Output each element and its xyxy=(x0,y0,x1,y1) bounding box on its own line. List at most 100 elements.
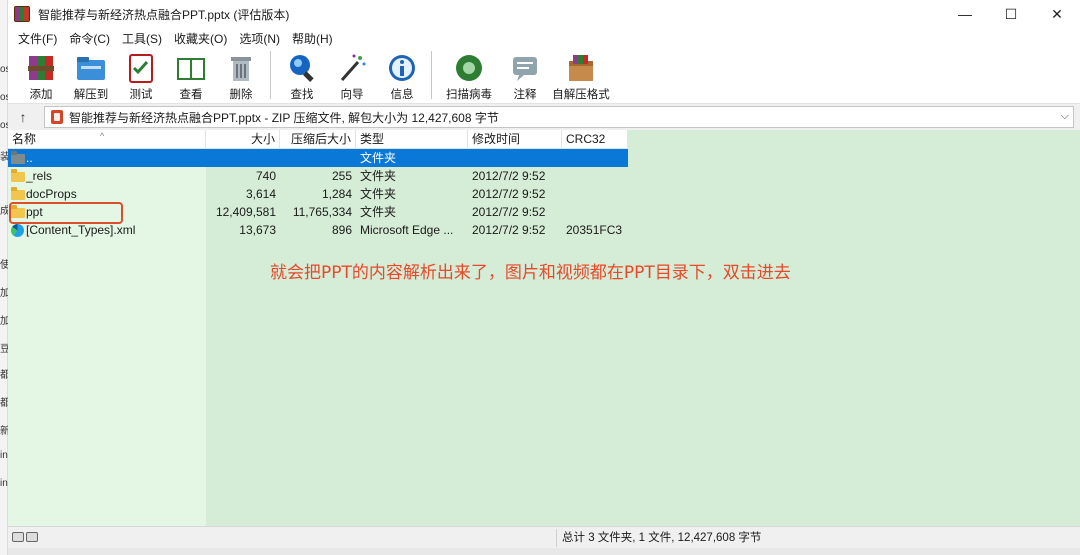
file-packed-size: 1,284 xyxy=(321,187,352,201)
menu-help[interactable]: 帮助(H) xyxy=(286,30,339,47)
file-packed-size: 255 xyxy=(331,169,352,183)
wizard-button[interactable]: 向导 xyxy=(327,48,377,102)
bg-text: 成 xyxy=(0,206,8,217)
key-icon[interactable] xyxy=(26,532,38,542)
comment-button[interactable]: 注释 xyxy=(500,48,550,102)
file-modified: 2012/7/2 9:52 xyxy=(472,205,546,219)
file-size xyxy=(206,149,276,167)
file-row-rels[interactable]: _rels 740 255 文件夹 2012/7/2 9:52 xyxy=(8,167,628,185)
file-row-docprops[interactable]: docProps 3,614 1,284 文件夹 2012/7/2 9:52 xyxy=(8,185,628,203)
file-type: 文件夹 xyxy=(360,151,397,165)
bg-text: os xyxy=(0,120,8,131)
bg-text: in xyxy=(0,478,8,489)
column-header-name[interactable]: 名称 ^ xyxy=(8,130,206,149)
bg-text: 加 xyxy=(0,316,8,327)
find-icon xyxy=(285,51,319,84)
view-icon xyxy=(174,51,208,84)
bg-text: 装 xyxy=(0,152,8,163)
column-header-size[interactable]: 大小 xyxy=(206,130,280,149)
file-packed-size: 896 xyxy=(331,223,352,237)
bg-text: 使 xyxy=(0,260,8,271)
file-type: 文件夹 xyxy=(360,169,397,183)
file-crc xyxy=(566,203,626,221)
menu-favorites[interactable]: 收藏夹(O) xyxy=(168,30,233,47)
virus-scan-icon xyxy=(452,51,486,84)
address-field[interactable]: 智能推荐与新经济热点融合PPT.pptx - ZIP 压缩文件, 解包大小为 1… xyxy=(44,106,1074,128)
status-divider xyxy=(556,529,557,547)
sfx-icon xyxy=(564,51,598,84)
wizard-label: 向导 xyxy=(340,89,364,101)
virus-scan-label: 扫描病毒 xyxy=(446,89,492,101)
menu-options[interactable]: 选项(N) xyxy=(233,30,286,47)
tutorial-annotation: 就会把PPT的内容解析出来了，图片和视频都在PPT目录下，双击进去 xyxy=(270,263,791,283)
up-one-level-button[interactable]: ↑ xyxy=(8,105,38,129)
background-app-strip: os os os 装 成 使 加 加 豆 都 都 新 in in xyxy=(0,0,8,555)
column-header-modified[interactable]: 修改时间 xyxy=(468,130,562,149)
bg-text: 都 xyxy=(0,370,8,381)
column-header-crc[interactable]: CRC32 xyxy=(562,130,628,149)
column-headers: 名称 ^ 大小 压缩后大小 类型 修改时间 CRC32 xyxy=(8,130,628,149)
file-packed-size xyxy=(280,149,352,167)
file-crc xyxy=(566,185,626,203)
find-button[interactable]: 查找 xyxy=(277,48,327,102)
drive-icon[interactable] xyxy=(12,532,24,542)
window-controls: — ☐ ✕ xyxy=(942,0,1080,28)
menu-tools[interactable]: 工具(S) xyxy=(116,30,168,47)
window-bottom-edge xyxy=(8,548,1080,555)
info-label: 信息 xyxy=(390,89,414,101)
toolbar-separator xyxy=(431,51,432,99)
ppt-folder-highlight xyxy=(9,202,123,224)
file-size: 740 xyxy=(255,169,276,183)
close-button[interactable]: ✕ xyxy=(1034,0,1080,28)
test-label: 测试 xyxy=(129,89,153,101)
view-button[interactable]: 查看 xyxy=(166,48,216,102)
menu-bar: 文件(F) 命令(C) 工具(S) 收藏夹(O) 选项(N) 帮助(H) xyxy=(8,28,1080,48)
wizard-icon xyxy=(335,51,369,84)
column-header-packed[interactable]: 压缩后大小 xyxy=(280,130,356,149)
column-header-type[interactable]: 类型 xyxy=(356,130,468,149)
edge-file-icon xyxy=(11,224,25,237)
bg-text: os xyxy=(0,92,8,103)
extract-to-label: 解压到 xyxy=(73,89,109,101)
bg-text: 新 xyxy=(0,426,8,437)
file-name: _rels xyxy=(26,169,53,183)
find-label: 查找 xyxy=(290,89,314,101)
add-button[interactable]: 添加 xyxy=(16,48,66,102)
delete-button[interactable]: 删除 xyxy=(216,48,266,102)
test-button[interactable]: 测试 xyxy=(116,48,166,102)
file-name: docProps xyxy=(26,187,77,201)
file-modified: 2012/7/2 9:52 xyxy=(472,169,546,183)
pptx-file-icon xyxy=(51,110,63,124)
menu-file[interactable]: 文件(F) xyxy=(12,30,63,47)
file-size: 12,409,581 xyxy=(215,205,276,219)
file-size: 13,673 xyxy=(239,223,276,237)
delete-label: 删除 xyxy=(229,89,253,101)
chevron-down-icon[interactable]: ⌵ xyxy=(1061,110,1069,123)
address-bar: ↑ 智能推荐与新经济热点融合PPT.pptx - ZIP 压缩文件, 解包大小为… xyxy=(8,104,1080,130)
column-name-label: 名称 xyxy=(12,132,37,146)
winrar-app-icon xyxy=(14,6,30,22)
status-summary: 总计 3 文件夹, 1 文件, 12,427,608 字节 xyxy=(562,532,762,544)
minimize-button[interactable]: — xyxy=(942,0,988,28)
parent-folder-icon xyxy=(11,151,25,164)
virus-scan-button[interactable]: 扫描病毒 xyxy=(438,48,500,102)
bg-text: os xyxy=(0,64,8,75)
delete-icon xyxy=(224,51,258,84)
file-type: Microsoft Edge ... xyxy=(360,223,454,237)
menu-commands[interactable]: 命令(C) xyxy=(63,30,116,47)
bg-text: in xyxy=(0,450,8,461)
test-icon xyxy=(124,51,158,84)
file-type: 文件夹 xyxy=(360,187,397,201)
file-list: 名称 ^ 大小 压缩后大小 类型 修改时间 CRC32 .. 文件夹 _rels… xyxy=(8,130,1080,526)
maximize-button[interactable]: ☐ xyxy=(988,0,1034,28)
file-row-parent[interactable]: .. 文件夹 xyxy=(8,149,628,167)
add-archive-icon xyxy=(24,51,58,84)
folder-icon xyxy=(11,169,25,182)
extract-to-button[interactable]: 解压到 xyxy=(66,48,116,102)
folder-icon xyxy=(11,187,25,200)
bg-text: 豆 xyxy=(0,344,8,355)
file-type: 文件夹 xyxy=(360,205,397,219)
sfx-button[interactable]: 自解压格式 xyxy=(550,48,612,102)
info-button[interactable]: 信息 xyxy=(377,48,427,102)
toolbar-separator xyxy=(270,51,271,99)
